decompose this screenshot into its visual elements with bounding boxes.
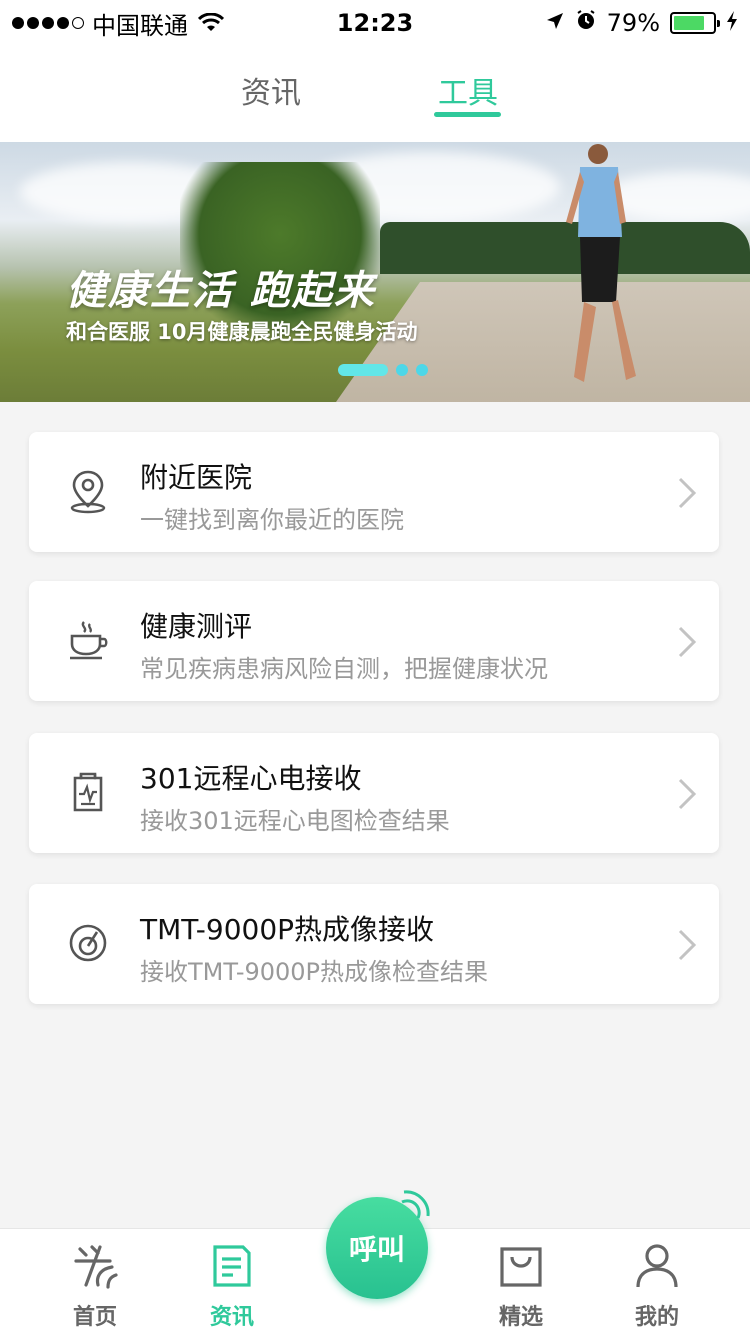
battery-percent: 79%	[606, 9, 660, 37]
active-tab-indicator	[434, 112, 501, 117]
card-title: TMT-9000P热成像接收	[140, 913, 435, 946]
status-bar: 中国联通 12:23 79%	[0, 0, 750, 44]
person-icon	[636, 1244, 678, 1288]
chevron-right-icon	[678, 477, 697, 509]
card-title: 附近医院	[140, 461, 253, 494]
card-subtitle: 常见疾病患病风险自测，把握健康状况	[140, 655, 548, 683]
card-subtitle: 接收TMT-9000P热成像检查结果	[140, 958, 489, 986]
card-subtitle: 接收301远程心电图检查结果	[140, 807, 450, 835]
chevron-right-icon	[678, 929, 697, 961]
banner-subtitle: 和合医服 10月健康晨跑全民健身活动	[66, 320, 418, 344]
nav-item-picks[interactable]: 精选	[471, 1241, 571, 1331]
nav-item-mine[interactable]: 我的	[607, 1241, 707, 1331]
card-title: 健康测评	[140, 610, 253, 643]
card-remote-ecg[interactable]: 301远程心电接收 接收301远程心电图检查结果	[29, 733, 719, 853]
promo-banner[interactable]: 健康生活 跑起来 和合医服 10月健康晨跑全民健身活动	[0, 142, 750, 402]
status-right: 79%	[545, 9, 738, 37]
ecg-report-icon	[63, 767, 113, 817]
home-icon	[74, 1245, 118, 1289]
pager-dot-2[interactable]	[396, 364, 408, 376]
tab-tools[interactable]: 工具	[438, 68, 498, 112]
nav-label-home: 首页	[72, 1305, 117, 1330]
shopping-bag-icon	[500, 1247, 542, 1287]
signal-waves-icon	[401, 1190, 430, 1219]
card-health-assessment[interactable]: 健康测评 常见疾病患病风险自测，把握健康状况	[29, 581, 719, 701]
chevron-right-icon	[678, 626, 697, 658]
news-icon	[213, 1245, 251, 1287]
charging-bolt-icon	[726, 9, 738, 37]
nav-label-mine: 我的	[634, 1305, 679, 1330]
coffee-cup-icon	[63, 615, 113, 665]
nav-label-news: 资讯	[209, 1305, 254, 1330]
location-pin-icon	[63, 466, 113, 516]
nav-item-home[interactable]: 首页	[45, 1241, 145, 1331]
card-title: 301远程心电接收	[140, 762, 362, 795]
pager-dot-3[interactable]	[416, 364, 428, 376]
top-tab-bar: 资讯 工具	[0, 44, 750, 142]
location-arrow-icon	[545, 9, 565, 37]
nav-item-news[interactable]: 资讯	[182, 1241, 282, 1331]
thermal-scan-icon	[63, 918, 113, 968]
call-button-label: 呼叫	[348, 1233, 405, 1266]
runner-figure	[566, 144, 636, 382]
banner-title: 健康生活 跑起来	[66, 268, 376, 314]
nav-label-picks: 精选	[498, 1305, 543, 1330]
battery-level-fill	[674, 16, 705, 30]
chevron-right-icon	[678, 778, 697, 810]
battery-icon	[670, 12, 720, 34]
tab-news[interactable]: 资讯	[241, 68, 301, 112]
card-subtitle: 一键找到离你最近的医院	[140, 506, 404, 534]
alarm-clock-icon	[575, 9, 597, 37]
banner-pager	[338, 364, 428, 376]
card-nearby-hospital[interactable]: 附近医院 一键找到离你最近的医院	[29, 432, 719, 552]
card-thermal-imaging[interactable]: TMT-9000P热成像接收 接收TMT-9000P热成像检查结果	[29, 884, 719, 1004]
pager-dot-1[interactable]	[338, 364, 388, 376]
